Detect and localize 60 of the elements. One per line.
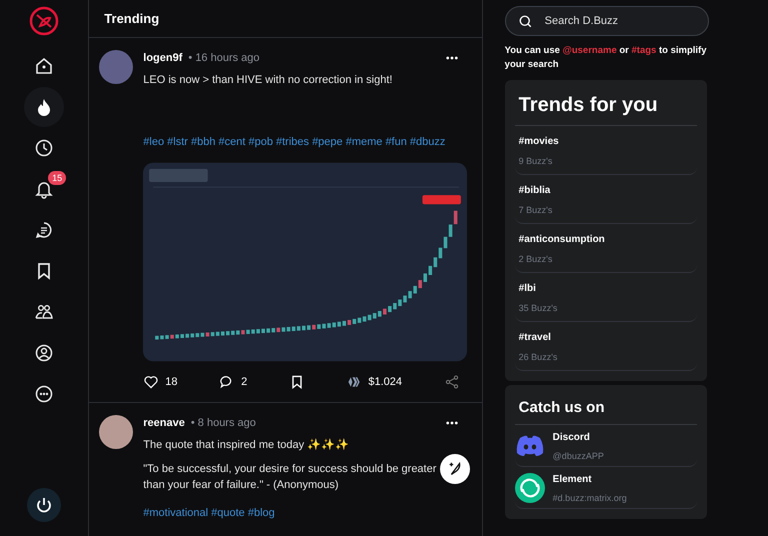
post-text: LEO is now > than HIVE with no correction in sight!: [143, 73, 394, 88]
more-options-icon[interactable]: [446, 56, 458, 60]
trend-count: 2 Buzz's: [518, 254, 554, 264]
nav-button[interactable]: [24, 87, 64, 127]
card-title: Trends for you: [514, 88, 697, 126]
search-field[interactable]: Search D.Buzz: [504, 6, 709, 36]
trend-item[interactable]: #lbi 35 Buzz's: [514, 273, 697, 322]
trend-item[interactable]: #movies 9 Buzz's: [514, 126, 697, 175]
element-icon: [514, 473, 545, 503]
social-link[interactable]: Discord @dbuzzAPP: [514, 425, 697, 467]
chat-icon: [34, 220, 54, 240]
search-input[interactable]: Search D.Buzz: [542, 14, 687, 28]
share-icon[interactable]: [444, 374, 460, 390]
trend-tag: #lbi: [518, 283, 693, 294]
hive-icon: [346, 374, 362, 390]
trend-tag: #biblia: [518, 185, 693, 196]
more-options-icon[interactable]: [446, 421, 458, 425]
author-name[interactable]: reenave: [143, 417, 185, 429]
social-name: Discord: [552, 432, 591, 442]
home-icon: [34, 56, 54, 76]
notification-badge: 15: [48, 171, 66, 185]
trend-item[interactable]: #biblia 7 Buzz's: [514, 175, 697, 224]
avatar[interactable]: [99, 415, 134, 449]
trend-item[interactable]: #anticonsumption 2 Buzz's: [514, 224, 697, 273]
social-name: Element: [552, 474, 593, 484]
card-title: Catch us on: [514, 393, 697, 425]
search-icon: [518, 14, 533, 28]
social-handle: @dbuzzAPP: [552, 450, 604, 460]
profile-icon: [34, 343, 54, 363]
like-button[interactable]: 18: [143, 374, 178, 390]
power-button[interactable]: [27, 488, 62, 522]
more-icon: [34, 384, 54, 404]
trend-count: 7 Buzz's: [518, 205, 554, 215]
compose-button[interactable]: [440, 454, 470, 484]
post-text: The quote that inspired me today ✨✨✨: [143, 438, 350, 453]
ticker-select: [149, 168, 208, 182]
post-tags: #motivational #quote #blog: [143, 507, 470, 519]
logo-icon[interactable]: [29, 6, 60, 36]
trend-count: 26 Buzz's: [518, 352, 558, 362]
trend-tag: #movies: [518, 136, 693, 147]
trend-item[interactable]: #travel 26 Buzz's: [514, 322, 697, 371]
social-handle: #d.buzz:matrix.org: [552, 492, 627, 502]
trend-count: 35 Buzz's: [518, 303, 558, 313]
search-hint: You can use @username or #tags to simplify your search: [504, 44, 707, 72]
post-time: • 16 hours ago: [188, 52, 260, 64]
clock-icon: [34, 138, 54, 158]
trend-tag: #anticonsumption: [518, 234, 693, 245]
avatar[interactable]: [99, 50, 134, 84]
nav-button[interactable]: 15: [24, 169, 64, 209]
post-time: • 8 hours ago: [190, 417, 256, 429]
payout-button[interactable]: $1.024: [346, 374, 402, 390]
post-text: "To be successful, your desire for success should be greater than your fear of failure." - (Anonymous): [143, 462, 438, 493]
trend-tag: #travel: [518, 332, 693, 343]
social-link[interactable]: Element #d.buzz:matrix.org: [514, 467, 697, 509]
heart-icon: [143, 374, 160, 390]
page-title: Trending: [89, 0, 482, 38]
trend-count: 9 Buzz's: [518, 156, 554, 166]
author-name[interactable]: logen9f: [143, 52, 182, 64]
comment-button[interactable]: 2: [219, 374, 248, 390]
post-tags: #leo #lstr #bbh #cent #pob #tribes #pepe #meme #fun #dbuzz: [143, 136, 470, 148]
